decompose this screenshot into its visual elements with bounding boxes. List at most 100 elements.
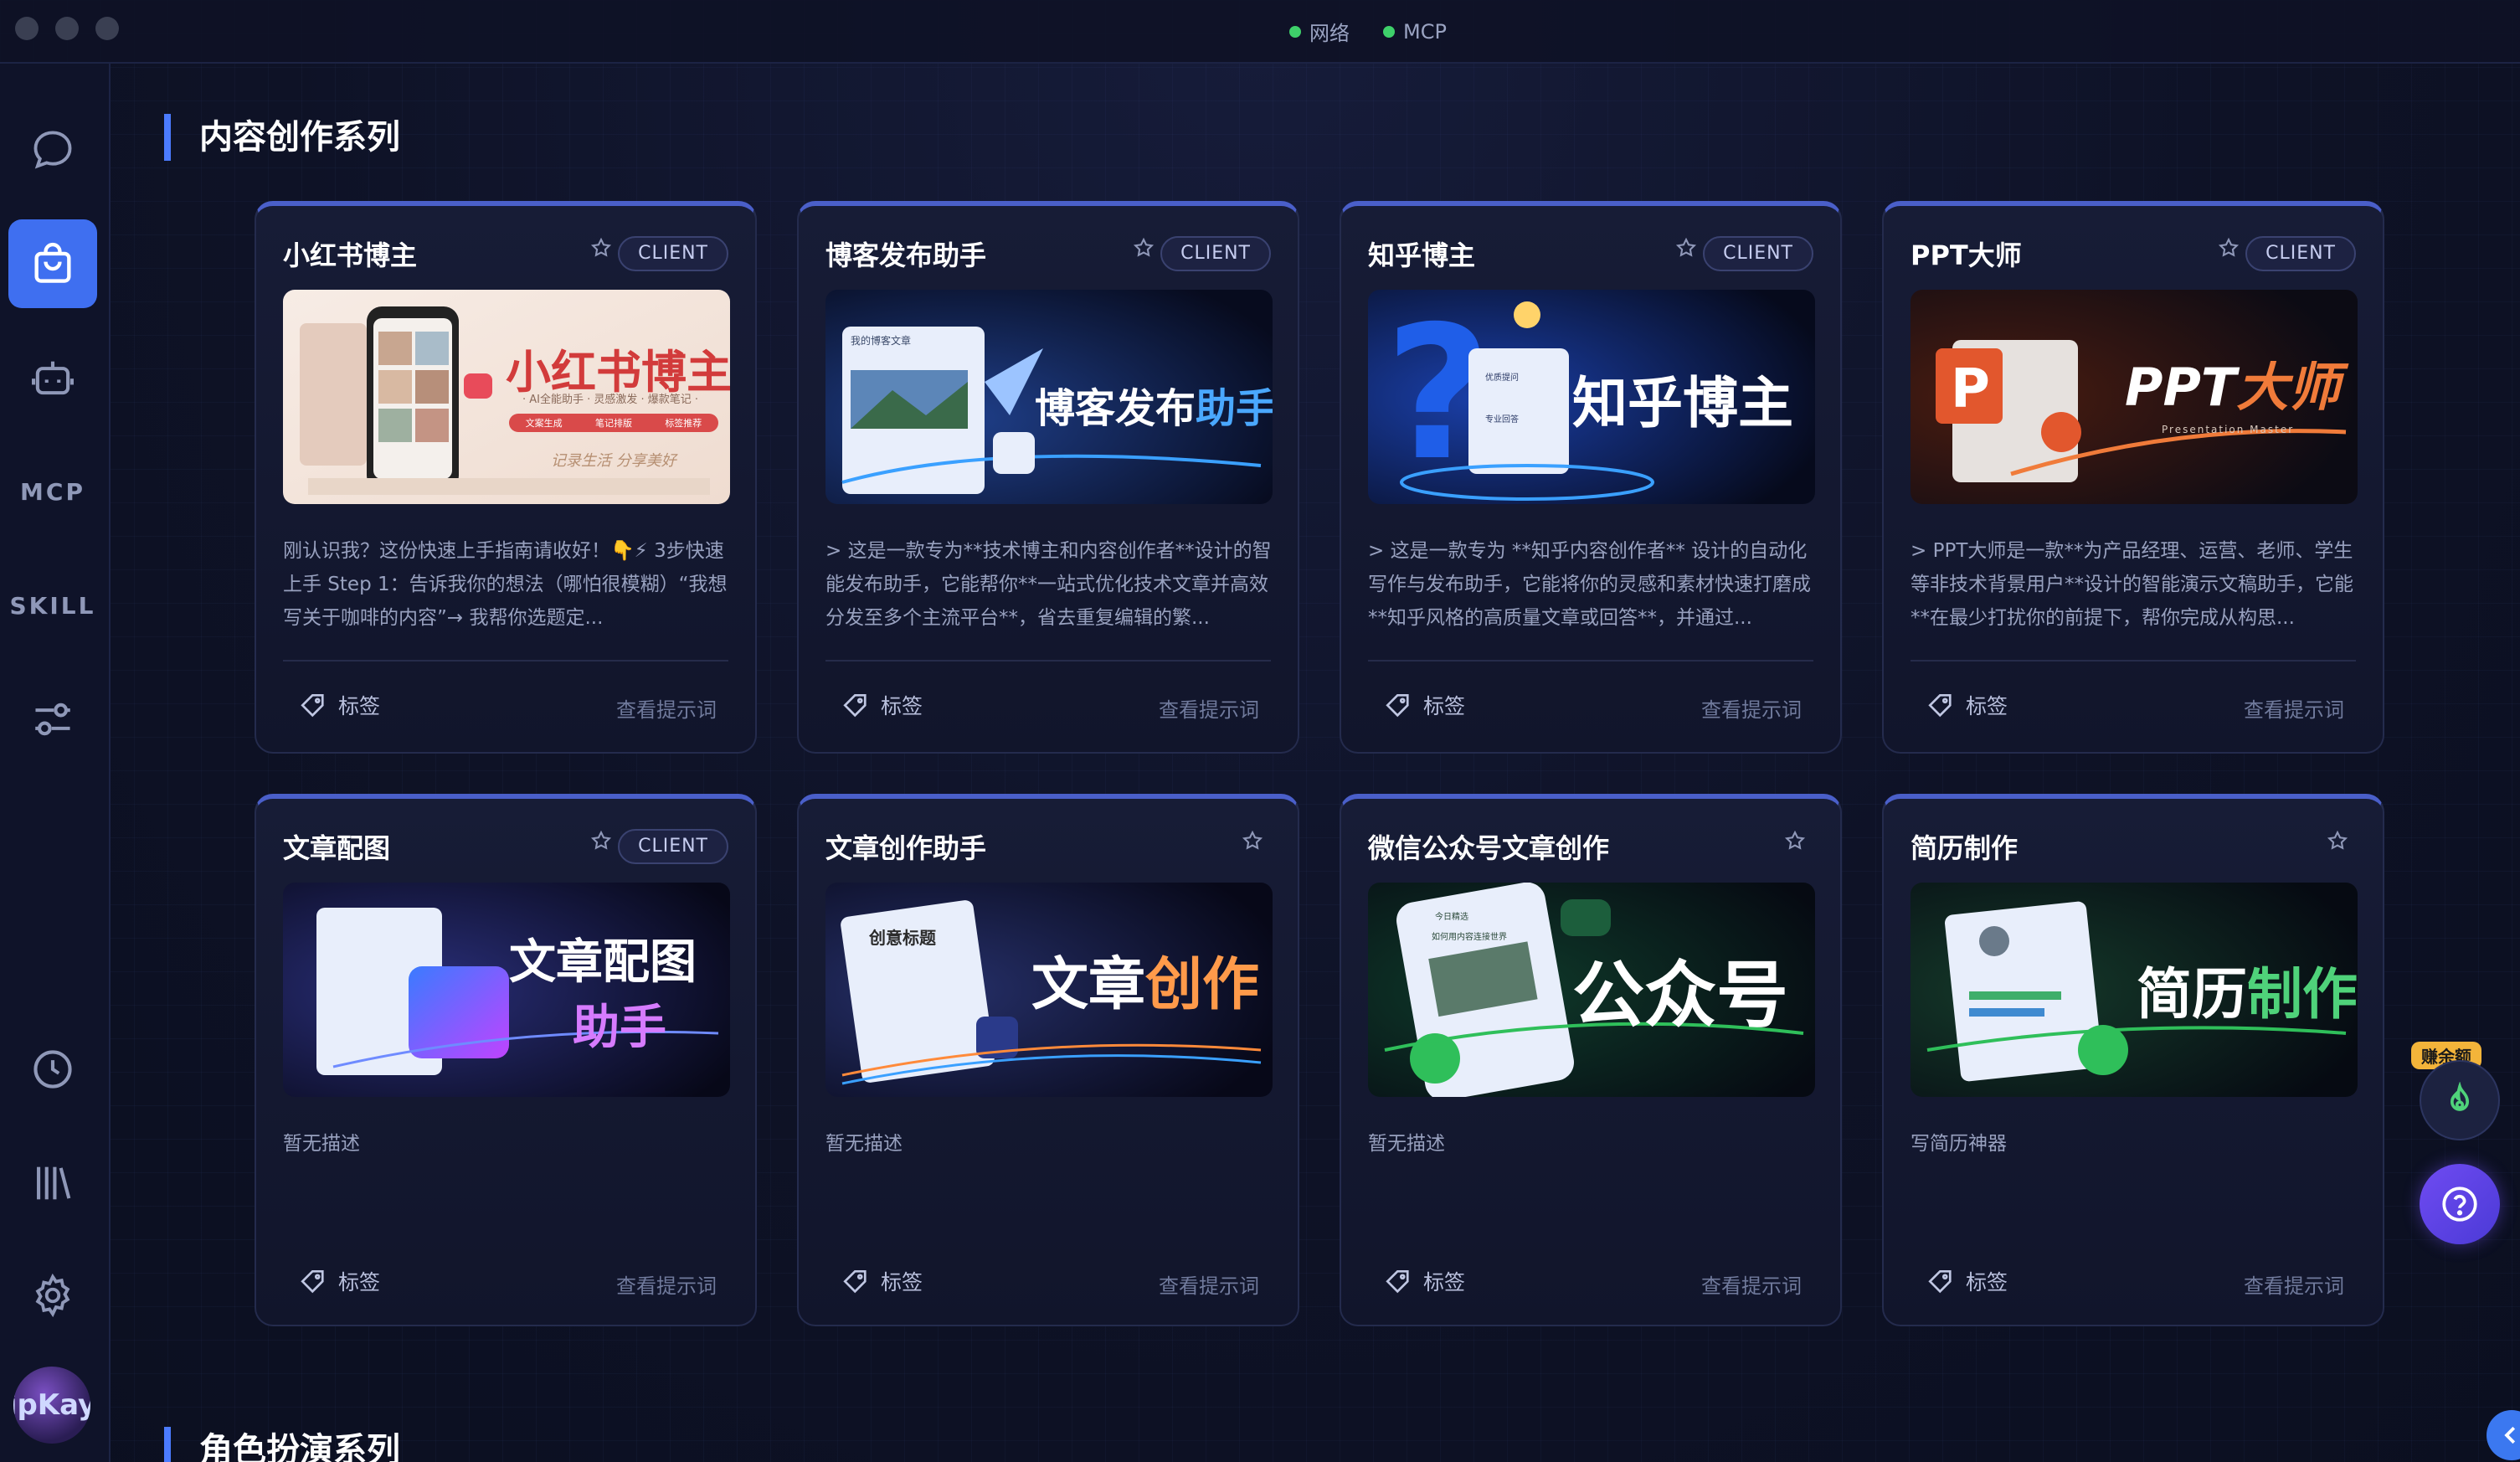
card-description: > 这是一款专为**技术博主和内容创作者**设计的智能发布助手，它能帮你**一站…	[825, 540, 1272, 629]
cover-title-part: 创作	[1145, 952, 1260, 1018]
cover-caption: 记录生活 分享美好	[551, 452, 676, 470]
card-title: 小红书博主	[283, 239, 418, 271]
section-title: 角色扮演系列	[164, 1427, 400, 1462]
cover-title-part: 博客发布	[1035, 385, 1196, 432]
card-cover-image: 创意标题 文章创作	[825, 883, 1273, 1097]
card-tag[interactable]: 标签	[1383, 690, 1465, 720]
agent-card[interactable]: 文章创作助手 创意标题 文章创作 暂无描述 标签 查看提示词	[797, 794, 1299, 1326]
agent-card[interactable]: 文章配图 CLIENT 文章配图 助手 暂无描述 标签 查看提示词	[255, 794, 757, 1326]
cover-pill: 文案生成	[525, 418, 563, 429]
question-icon	[2442, 1187, 2477, 1222]
sidebar-item-skill-label: SKILL	[9, 591, 96, 620]
agent-card[interactable]: PPT大师 CLIENT P PPT大师 Presentation Master…	[1882, 201, 2384, 754]
agent-card[interactable]: 微信公众号文章创作 今日精选 如何用内容连接世界 公众号 暂无描述 标签 查看提…	[1340, 794, 1842, 1326]
cover-pill: 笔记排版	[594, 418, 632, 429]
card-tag[interactable]: 标签	[1383, 1266, 1465, 1296]
card-title: 知乎博主	[1368, 239, 1476, 271]
card-tag-label: 标签	[1966, 1270, 2008, 1295]
client-badge: CLIENT	[1160, 236, 1271, 271]
card-tag[interactable]: 标签	[1926, 1266, 2008, 1296]
collapse-panel-button[interactable]	[2487, 1410, 2520, 1460]
star-icon[interactable]	[1241, 829, 1264, 852]
agent-card[interactable]: 知乎博主 CLIENT ? 优质提问 专业回答 知乎博主 > 这是一款专为 **…	[1340, 201, 1842, 754]
cover-mini-text: 创意标题	[869, 928, 936, 948]
cover-title-part: 助手	[1196, 385, 1273, 432]
app-window: 网络 MCP MCP SKILL pKay 内容创作系列 小红书博主 CLIEN…	[0, 0, 2520, 1462]
help-button[interactable]	[2420, 1164, 2500, 1244]
card-cover-image: 小红书博主 · AI全能助手 · 灵感激发 · 爆款笔记 · 文案生成 笔记排版…	[283, 290, 730, 504]
agent-card[interactable]: 简历制作 简历制作 写简历神器 标签 查看提示词	[1882, 794, 2384, 1326]
view-prompt-link[interactable]: 查看提示词	[2244, 693, 2344, 723]
cover-title-text: 文章配图	[509, 935, 697, 990]
card-title: PPT大师	[1911, 239, 2022, 271]
view-prompt-link[interactable]: 查看提示词	[2244, 1269, 2344, 1299]
card-tag-label: 标签	[338, 1270, 381, 1295]
cover-mini-text: 如何用内容连接世界	[1432, 933, 1507, 942]
star-icon[interactable]	[1132, 236, 1155, 260]
cover-mini-text: 优质提问	[1485, 373, 1519, 383]
cover-title-text: PPT大师	[2125, 345, 2340, 420]
sidebar-item-agents[interactable]	[8, 333, 97, 422]
sidebar-item-store[interactable]	[8, 219, 97, 308]
card-title: 简历制作	[1911, 832, 2019, 864]
window-controls	[15, 17, 119, 40]
card-tag[interactable]: 标签	[841, 1266, 923, 1296]
sidebar-item-history[interactable]	[8, 1025, 97, 1114]
avatar[interactable]: ipKay	[13, 1367, 90, 1444]
sidebar-item-settings-sliders[interactable]	[8, 675, 97, 764]
sidebar: MCP SKILL ipKay	[0, 64, 111, 1462]
view-prompt-link[interactable]: 查看提示词	[1701, 693, 1802, 723]
cover-subtext: · AI全能助手 · 灵感激发 · 爆款笔记 ·	[522, 394, 699, 406]
client-badge: CLIENT	[1703, 236, 1813, 271]
cover-title-text: 简历制作	[2137, 950, 2358, 1030]
card-description: 暂无描述	[1368, 1133, 1445, 1155]
card-cover-image: 我的博客文章 博客发布助手	[825, 290, 1273, 504]
view-prompt-link[interactable]: 查看提示词	[1159, 693, 1259, 723]
card-description: 写简历神器	[1911, 1133, 2007, 1155]
tag-icon	[1386, 1269, 1409, 1294]
cover-title-part: 文章	[1031, 952, 1146, 1018]
sidebar-item-settings[interactable]	[8, 1251, 97, 1340]
card-tag-label: 标签	[1966, 694, 2008, 718]
card-description: 暂无描述	[825, 1133, 903, 1155]
cover-mini-text: 我的博客文章	[851, 335, 912, 347]
status-mcp: MCP	[1383, 17, 1447, 46]
card-tag[interactable]: 标签	[841, 690, 923, 720]
view-prompt-link[interactable]: 查看提示词	[1159, 1269, 1259, 1299]
star-icon[interactable]	[2217, 236, 2240, 260]
card-tag[interactable]: 标签	[1926, 690, 2008, 720]
agent-card[interactable]: 小红书博主 CLIENT 小红书博主 · AI全能助手 · 灵感激发 · 爆款笔…	[255, 201, 757, 754]
section-title: 内容创作系列	[164, 114, 400, 161]
view-prompt-link[interactable]: 查看提示词	[616, 1269, 717, 1299]
card-tag[interactable]: 标签	[298, 1266, 380, 1296]
card-tag-label: 标签	[881, 1270, 923, 1295]
sidebar-item-library[interactable]	[8, 1139, 97, 1228]
close-window-button[interactable]	[15, 17, 39, 40]
star-icon[interactable]	[589, 829, 613, 852]
view-prompt-link[interactable]: 查看提示词	[1701, 1269, 1802, 1299]
star-icon[interactable]	[1783, 829, 1807, 852]
card-tag[interactable]: 标签	[298, 690, 380, 720]
tag-icon	[843, 693, 867, 718]
sidebar-item-chat[interactable]	[8, 106, 97, 194]
card-description: 刚认识我？这份快速上手指南请收好！👇⚡ 3步快速上手 Step 1：告诉我你的想…	[283, 540, 728, 629]
card-title: 微信公众号文章创作	[1368, 832, 1610, 864]
sidebar-item-skill[interactable]: SKILL	[8, 561, 97, 650]
star-icon[interactable]	[2326, 829, 2349, 852]
shopping-bag-icon	[34, 242, 71, 283]
robot-icon	[31, 361, 75, 395]
star-icon[interactable]	[589, 236, 613, 260]
cover-title-part: 大师	[2236, 357, 2341, 418]
minimize-window-button[interactable]	[55, 17, 79, 40]
sidebar-item-mcp[interactable]: MCP	[8, 447, 97, 536]
avatar-text: ipKay	[13, 1388, 90, 1422]
star-icon[interactable]	[1674, 236, 1698, 260]
client-badge: CLIENT	[2245, 236, 2356, 271]
agent-card[interactable]: 博客发布助手 CLIENT 我的博客文章 博客发布助手 > 这是一款专为**技术…	[797, 201, 1299, 754]
card-tag-label: 标签	[1423, 694, 1466, 718]
flame-icon	[2450, 1082, 2470, 1111]
earn-balance-button[interactable]	[2420, 1060, 2500, 1140]
maximize-window-button[interactable]	[95, 17, 119, 40]
view-prompt-link[interactable]: 查看提示词	[616, 693, 717, 723]
card-divider	[1368, 660, 1813, 662]
